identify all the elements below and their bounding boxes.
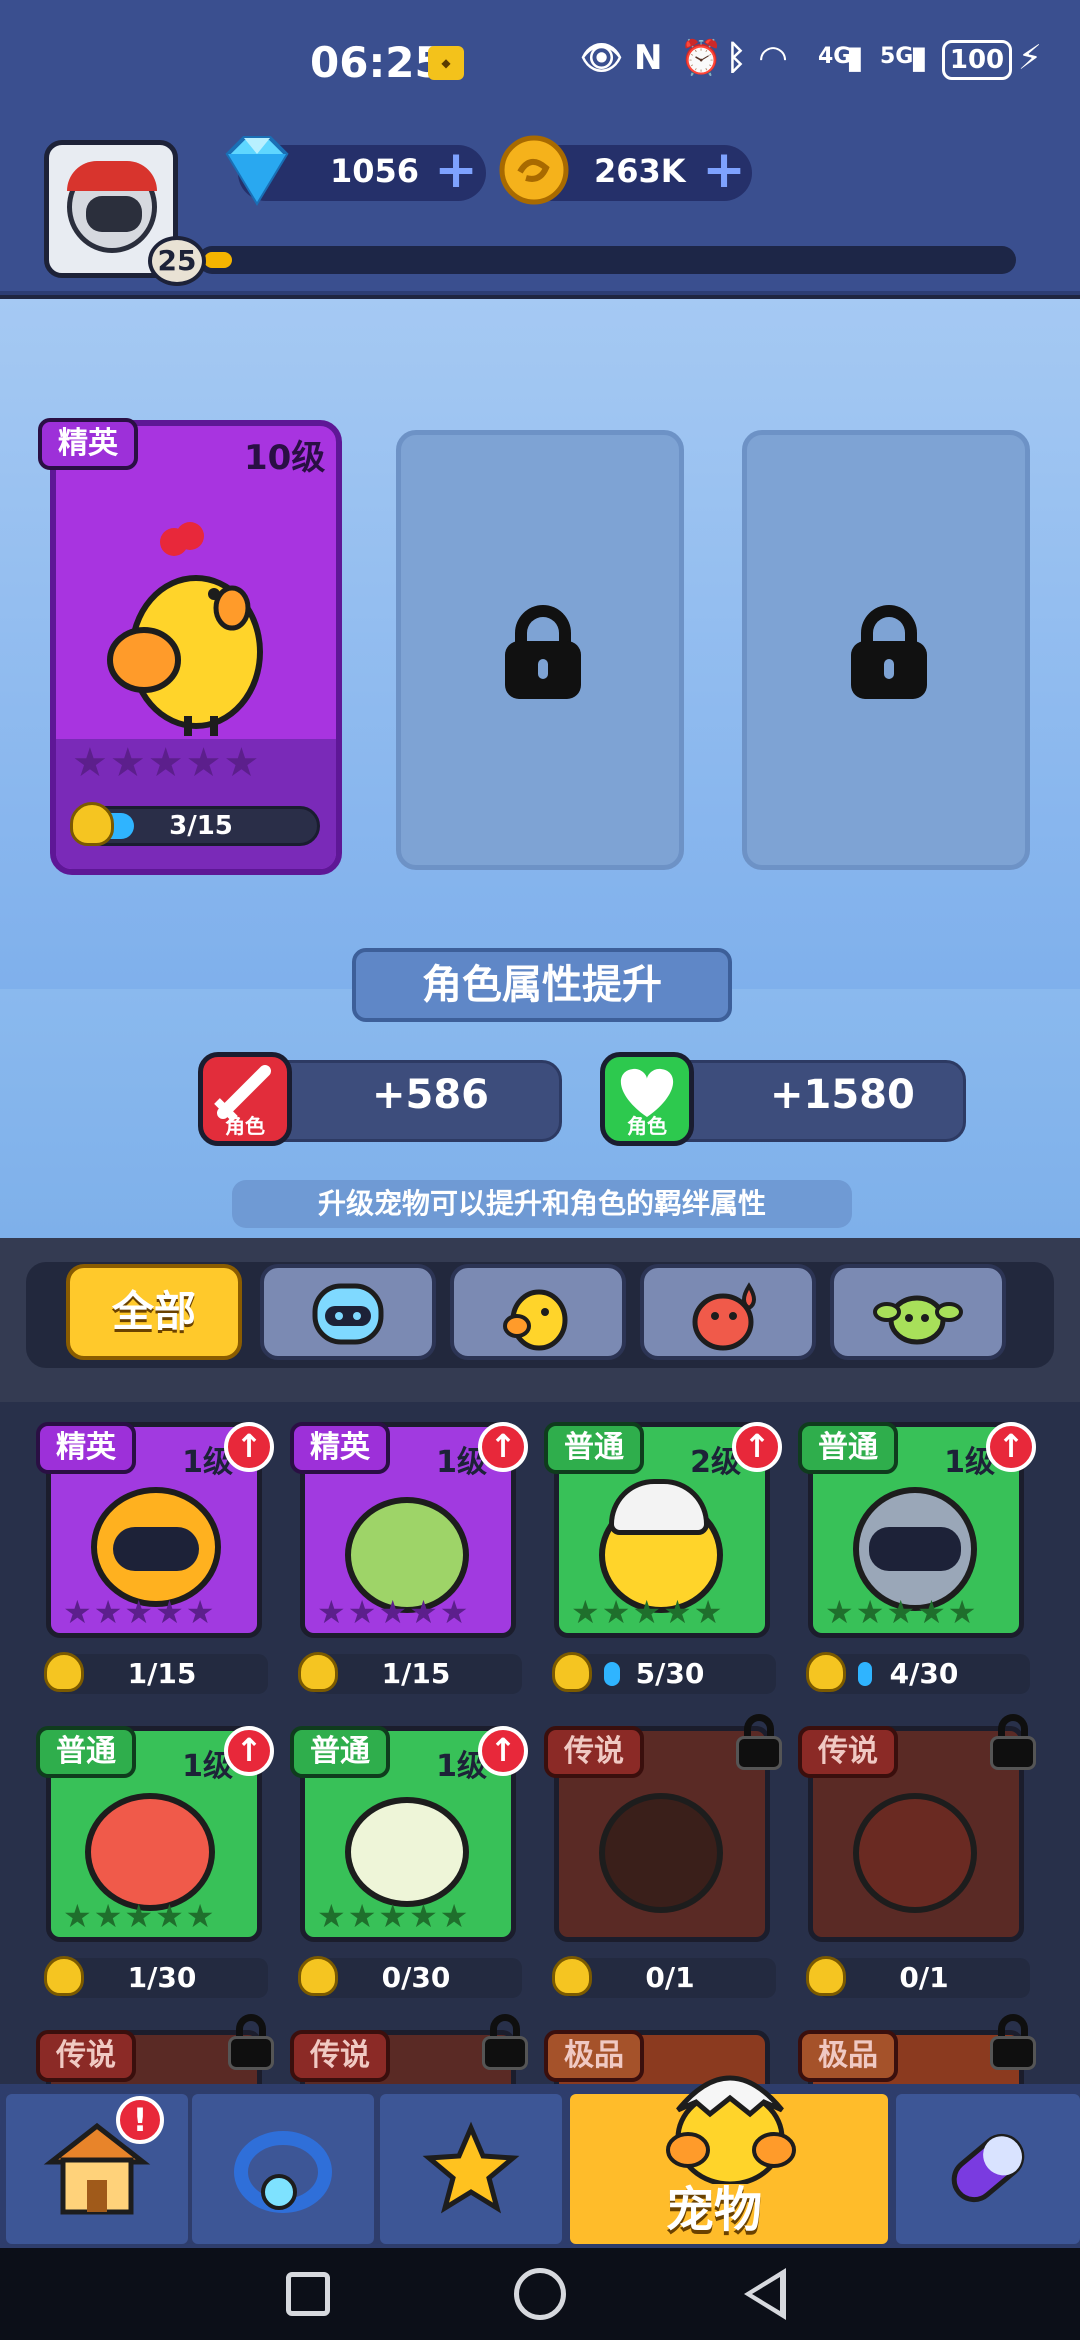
pet3-progress: 5/30 xyxy=(564,1654,776,1694)
chick-pet-icon xyxy=(107,522,263,736)
equipped-slot-3-locked[interactable] xyxy=(742,430,1030,870)
add-coins-button[interactable]: + xyxy=(702,144,746,196)
trophy-icon xyxy=(552,1652,592,1692)
pet1-progress: 1/15 xyxy=(56,1654,268,1694)
pet6-progress: 0/30 xyxy=(310,1958,522,1998)
upgrade-arrow-icon: ↑ xyxy=(224,1726,274,1776)
pet4-rarity-tag: 普通 xyxy=(798,1422,898,1474)
slot1-rarity-tag: 精英 xyxy=(38,418,138,470)
pet2-progress: 1/15 xyxy=(310,1654,522,1694)
battery-indicator: 100 xyxy=(942,40,1012,80)
equipped-slot-2-locked[interactable] xyxy=(396,430,684,870)
trophy-icon xyxy=(552,1956,592,1996)
pet5-rarity-tag: 普通 xyxy=(36,1726,136,1778)
pet11-rarity-tag: 极品 xyxy=(544,2030,644,2082)
tab-all[interactable]: 全部 xyxy=(66,1264,242,1360)
trophy-icon xyxy=(44,1652,84,1692)
trophy-icon xyxy=(298,1956,338,1996)
plant-icon xyxy=(873,1295,963,1345)
slot1-stars: ★★★★★ xyxy=(72,740,262,786)
pet8-progress: 0/1 xyxy=(818,1958,1030,1998)
diamond-icon xyxy=(225,136,289,206)
pet10-rarity-tag: 传说 xyxy=(290,2030,390,2082)
tab-chick[interactable] xyxy=(450,1264,626,1360)
capsule-icon xyxy=(951,2133,1025,2203)
pet6-rarity-tag: 普通 xyxy=(290,1726,390,1778)
pet7-progress: 0/1 xyxy=(564,1958,776,1998)
nav-potion[interactable] xyxy=(896,2094,1080,2244)
app-notification-icon: ◆ xyxy=(428,46,464,80)
star-weapon-icon xyxy=(422,2121,520,2214)
chick-icon xyxy=(503,1289,568,1351)
pet2-rarity-tag: 精英 xyxy=(290,1422,390,1474)
tab-fire[interactable] xyxy=(640,1264,816,1360)
lock-icon xyxy=(990,1714,1036,1770)
player-level-badge: 25 xyxy=(148,236,206,286)
nfc-icon: N xyxy=(634,38,663,78)
pet5-progress: 1/30 xyxy=(56,1958,268,1998)
pet4-progress: 4/30 xyxy=(818,1654,1030,1694)
upgrade-arrow-icon: ↑ xyxy=(986,1422,1036,1472)
pet1-rarity-tag: 精英 xyxy=(36,1422,136,1474)
bond-title: 角色属性提升 xyxy=(352,948,732,1022)
wifi-icon: ◠ xyxy=(760,38,787,78)
network-5g: 5G xyxy=(880,44,914,69)
trophy-icon xyxy=(806,1956,846,1996)
robot-icon xyxy=(312,1283,384,1345)
back-button-inner xyxy=(752,2277,780,2311)
shop-alert-badge: ! xyxy=(116,2096,164,2144)
nav-pets-label: 宠物 xyxy=(666,2182,763,2238)
lock-icon xyxy=(228,2014,274,2070)
lock-icon xyxy=(851,605,927,699)
upgrade-arrow-icon: ↑ xyxy=(224,1422,274,1472)
sword-icon: 角色 xyxy=(198,1052,292,1146)
signal-icon-2: ▮ xyxy=(910,38,928,76)
lock-icon xyxy=(736,1714,782,1770)
hp-bonus-value: +1580 xyxy=(770,1072,915,1118)
pet7-rarity-tag: 传说 xyxy=(544,1726,644,1778)
recent-apps-button[interactable] xyxy=(286,2272,330,2316)
pet3-rarity-tag: 普通 xyxy=(544,1422,644,1474)
ring-icon xyxy=(234,2131,332,2213)
upgrade-arrow-icon: ↑ xyxy=(732,1422,782,1472)
attack-bonus-value: +586 xyxy=(372,1072,490,1118)
upgrade-arrow-icon: ↑ xyxy=(478,1422,528,1472)
pet12-rarity-tag: 极品 xyxy=(798,2030,898,2082)
signal-icon-1: ▮ xyxy=(846,38,864,76)
nav-weapons[interactable] xyxy=(380,2094,562,2244)
pet8-rarity-tag: 传说 xyxy=(798,1726,898,1778)
astronaut-helmet-icon xyxy=(67,161,157,253)
eye-icon: 👁 xyxy=(580,38,624,78)
status-time: 06:25 xyxy=(310,38,444,87)
coin-value: 263K xyxy=(594,152,686,190)
bluetooth-icon: ᛒ xyxy=(726,38,747,78)
fire-icon xyxy=(692,1282,756,1351)
heart-icon: 角色 xyxy=(600,1052,694,1146)
lock-icon xyxy=(505,605,581,699)
trophy-icon xyxy=(44,1956,84,1996)
trophy-icon xyxy=(70,802,114,846)
gem-value: 1056 xyxy=(330,152,420,190)
nav-ring[interactable] xyxy=(192,2094,374,2244)
coin-icon xyxy=(499,135,569,205)
tab-plant[interactable] xyxy=(830,1264,1006,1360)
charging-icon: ⚡ xyxy=(1018,38,1042,78)
add-gems-button[interactable]: + xyxy=(434,144,478,196)
bond-hint: 升级宠物可以提升和角色的羁绊属性 xyxy=(232,1180,852,1228)
xp-bar xyxy=(198,246,1016,274)
lock-icon xyxy=(482,2014,528,2070)
slot1-level: 10级 xyxy=(244,438,326,478)
home-button[interactable] xyxy=(514,2268,566,2320)
lock-icon xyxy=(990,2014,1036,2070)
pet9-rarity-tag: 传说 xyxy=(36,2030,136,2082)
alarm-icon: ⏰ xyxy=(680,38,723,78)
trophy-icon xyxy=(806,1652,846,1692)
trophy-icon xyxy=(298,1652,338,1692)
upgrade-arrow-icon: ↑ xyxy=(478,1726,528,1776)
tab-robot[interactable] xyxy=(260,1264,436,1360)
xp-fill xyxy=(204,252,232,268)
slot1-progress: 3/15 xyxy=(82,806,320,846)
pet-chick-icon xyxy=(666,2075,796,2187)
